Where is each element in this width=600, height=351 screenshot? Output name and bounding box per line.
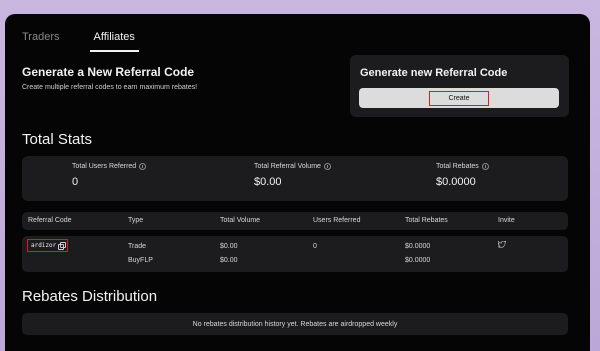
- info-icon[interactable]: [139, 163, 147, 170]
- table-row: ardizor Trade BuyFLP $0.00 $0.00 0 $0.00…: [22, 236, 568, 272]
- row-rebates-buyflp: $0.0000: [405, 257, 431, 264]
- header-referral-code: Referral Code: [28, 217, 72, 224]
- stat-label: Total Rebates: [436, 163, 479, 170]
- tab-bar: Traders Affiliates: [22, 28, 139, 52]
- header-total-rebates: Total Rebates: [405, 217, 448, 224]
- stat-value: $0.00: [254, 176, 282, 188]
- tab-traders[interactable]: Traders: [22, 28, 60, 52]
- row-volume-buyflp: $0.00: [220, 257, 238, 264]
- create-card-title: Generate new Referral Code: [360, 67, 508, 79]
- stat-value: $0.0000: [436, 176, 476, 188]
- header-total-volume: Total Volume: [220, 217, 261, 224]
- row-users-referred: 0: [313, 243, 317, 250]
- create-button[interactable]: Create: [359, 88, 559, 108]
- stat-referral-volume: Total Referral Volume $0.00: [254, 163, 331, 188]
- create-referral-card: Generate new Referral Code Create: [350, 55, 569, 117]
- info-icon[interactable]: [481, 163, 489, 170]
- generate-subtitle: Create multiple referral codes to earn m…: [22, 84, 198, 91]
- rebates-empty-text: No rebates distribution history yet. Reb…: [192, 320, 398, 328]
- rebates-empty-card: No rebates distribution history yet. Reb…: [22, 313, 568, 335]
- copy-icon[interactable]: [58, 241, 67, 250]
- stat-value: 0: [72, 176, 79, 188]
- info-icon[interactable]: [323, 163, 331, 170]
- row-type-buyflp: BuyFLP: [128, 257, 153, 264]
- stat-total-rebates: Total Rebates $0.0000: [436, 163, 489, 188]
- referral-code[interactable]: ardizor: [27, 239, 69, 252]
- total-stats-title: Total Stats: [22, 131, 93, 148]
- twitter-icon[interactable]: [497, 240, 507, 250]
- tab-affiliates[interactable]: Affiliates: [89, 28, 139, 52]
- header-invite: Invite: [498, 217, 515, 224]
- app-window: Traders Affiliates Generate a New Referr…: [5, 14, 590, 351]
- stat-users-referred: Total Users Referred 0: [72, 163, 147, 188]
- rebates-distribution-title: Rebates Distribution: [22, 288, 158, 305]
- generate-title: Generate a New Referral Code: [22, 65, 195, 79]
- header-type: Type: [128, 217, 144, 224]
- create-button-label: Create: [429, 90, 489, 106]
- stats-card: Total Users Referred 0 Total Referral Vo…: [22, 156, 568, 201]
- header-users-referred: Users Referred: [313, 217, 361, 224]
- twitter-icon-svg: [497, 240, 507, 248]
- table-header: Referral Code Type Total Volume Users Re…: [22, 212, 568, 230]
- row-rebates-trade: $0.0000: [405, 243, 431, 250]
- row-type-trade: Trade: [128, 243, 147, 250]
- stat-label: Total Users Referred: [72, 163, 137, 170]
- row-volume-trade: $0.00: [220, 243, 238, 250]
- referral-code-text: ardizor: [31, 242, 57, 249]
- stat-label: Total Referral Volume: [254, 163, 321, 170]
